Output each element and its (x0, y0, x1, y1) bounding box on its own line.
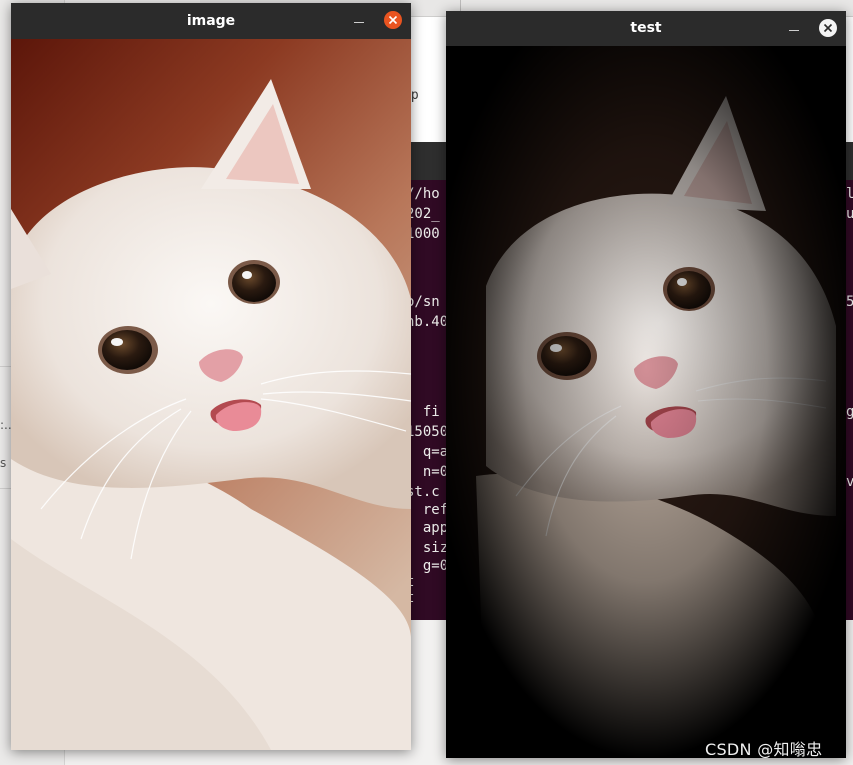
terminal-line: ref (406, 502, 449, 518)
terminal-line: nb.40 (406, 314, 449, 330)
terminal-line: o/sn (406, 294, 440, 310)
cat-image-vignette (446, 46, 846, 758)
background-side-label: :.. (0, 418, 12, 432)
cat-image-original (11, 39, 411, 750)
terminal-line: 5 (846, 294, 853, 310)
test-window: test (446, 11, 846, 758)
terminal-line: app (406, 520, 449, 536)
terminal-line: 1000 (406, 226, 440, 242)
close-icon[interactable] (384, 11, 402, 29)
terminal-line: q=a (406, 444, 449, 460)
test-window-titlebar[interactable]: test (446, 11, 846, 46)
terminal-line: //ho (406, 186, 440, 202)
watermark-text: CSDN @知嗡忠 (705, 740, 823, 759)
terminal-line: siz (406, 540, 449, 556)
terminal-line: 202_ (406, 206, 440, 222)
close-icon[interactable] (819, 19, 837, 37)
terminal-line: g (846, 404, 853, 420)
terminal-line: l (846, 186, 853, 202)
terminal-line: fi (406, 404, 440, 420)
background-side-label: s (0, 456, 7, 470)
minimize-icon[interactable] (350, 11, 368, 29)
terminal-line: st.c (406, 484, 440, 500)
terminal-line: u (846, 206, 853, 222)
terminal-line: g=0 (406, 558, 449, 574)
minimize-icon[interactable] (785, 19, 803, 37)
image-window: image (11, 3, 411, 750)
image-window-titlebar[interactable]: image (11, 3, 411, 39)
terminal-line: n=0 (406, 464, 449, 480)
terminal-line: 15050 (406, 424, 449, 440)
terminal-line: v (846, 474, 853, 490)
